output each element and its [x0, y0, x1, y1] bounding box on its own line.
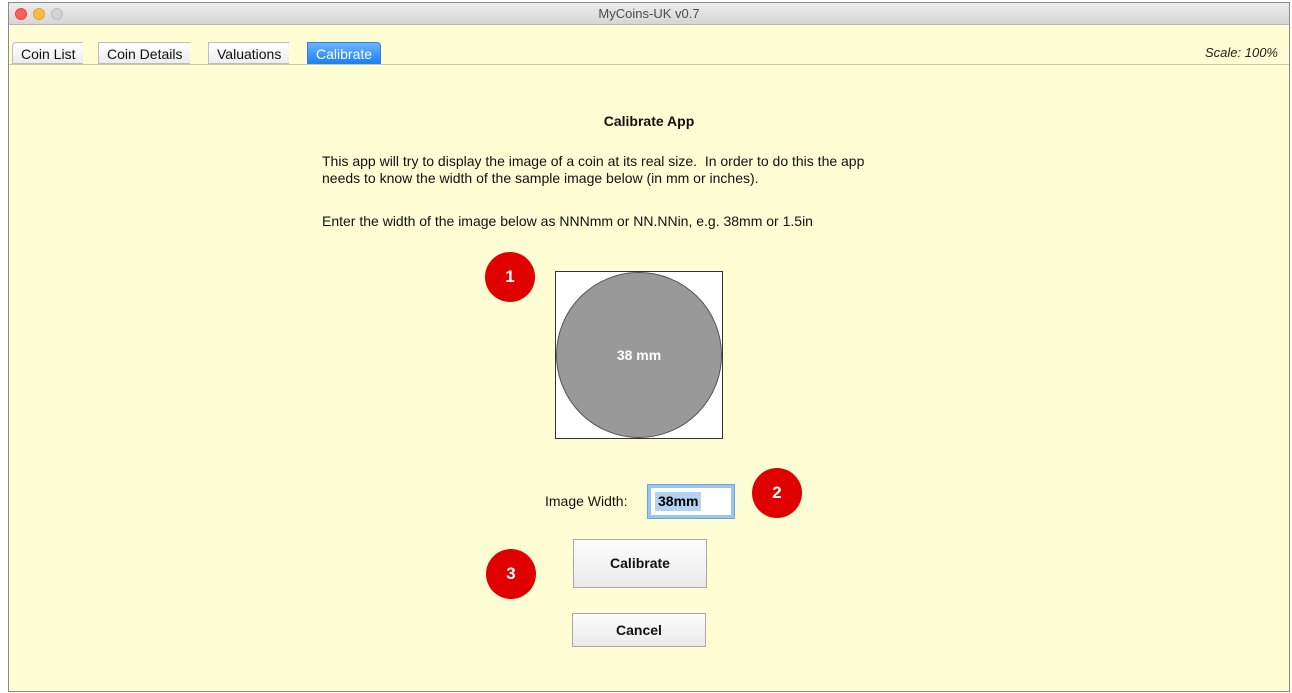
sample-image: 38 mm [555, 271, 723, 439]
image-width-label: Image Width: [545, 493, 628, 509]
scale-indicator: Scale: 100% [1205, 45, 1278, 60]
title-bar[interactable]: MyCoins-UK v0.7 [9, 3, 1289, 25]
page-title: Calibrate App [603, 113, 695, 129]
intro-text-line-2: needs to know the width of the sample im… [322, 170, 759, 186]
instruction-text: Enter the width of the image below as NN… [322, 213, 813, 229]
tab-coin-list[interactable]: Coin List [12, 42, 84, 64]
tab-valuations[interactable]: Valuations [208, 42, 290, 64]
app-window: MyCoins-UK v0.7 Coin List Coin Details V… [8, 2, 1290, 692]
window-title: MyCoins-UK v0.7 [598, 6, 700, 21]
annotation-marker-2: 2 [752, 468, 802, 518]
image-width-input[interactable] [647, 484, 735, 519]
tab-calibrate[interactable]: Calibrate [307, 42, 382, 64]
calibrate-button[interactable]: Calibrate [573, 539, 707, 588]
annotation-marker-3: 3 [486, 549, 536, 599]
sample-coin-circle: 38 mm [556, 272, 722, 438]
intro-text-line-1: This app will try to display the image o… [322, 153, 865, 169]
annotation-marker-1: 1 [485, 252, 535, 302]
cancel-button[interactable]: Cancel [572, 613, 706, 647]
tab-coin-details[interactable]: Coin Details [98, 42, 191, 64]
tab-bar: Coin List Coin Details Valuations Calibr… [9, 25, 1289, 65]
sample-coin-label: 38 mm [616, 347, 662, 363]
